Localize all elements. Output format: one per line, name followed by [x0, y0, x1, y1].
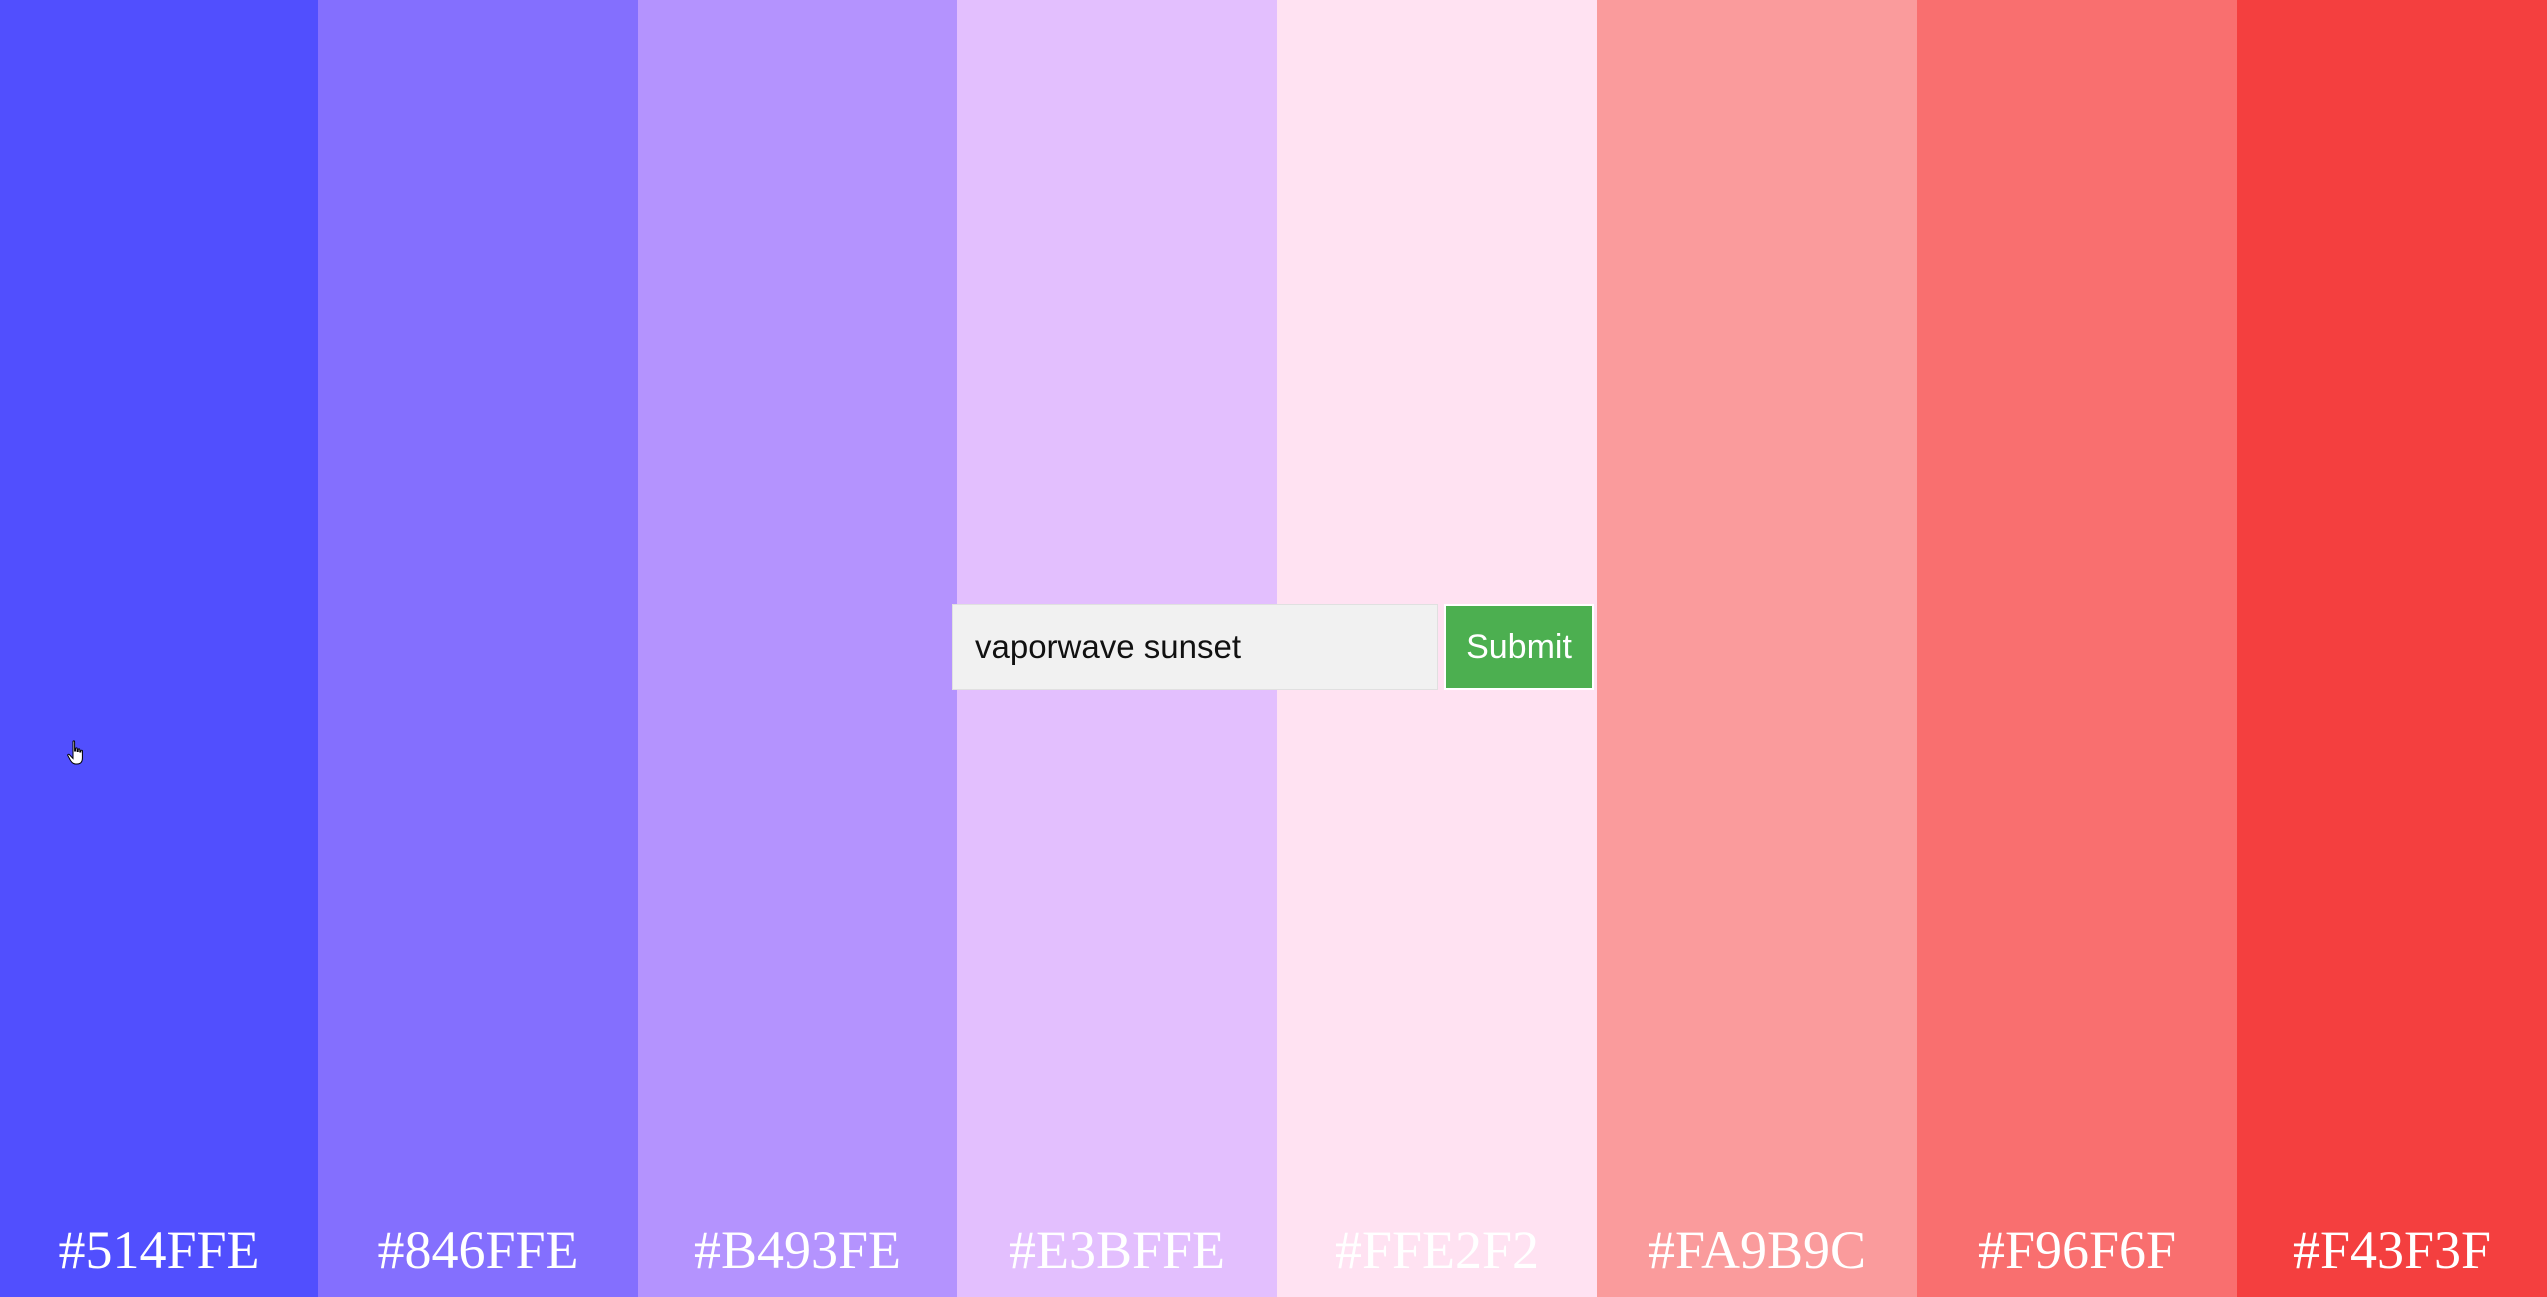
hex-label: #514FFE [58, 1220, 260, 1280]
color-swatch-8[interactable]: #F43F3F [2237, 0, 2547, 1297]
color-swatch-1[interactable]: #514FFE [0, 0, 318, 1297]
hex-label: #846FFE [377, 1220, 579, 1280]
submit-button[interactable]: Submit [1444, 604, 1594, 690]
palette-search-form: Submit [952, 603, 1594, 691]
hex-label: #B493FE [693, 1220, 902, 1280]
search-input[interactable] [952, 604, 1438, 690]
hex-label: #E3BFFE [1008, 1220, 1226, 1280]
color-swatch-2[interactable]: #846FFE [318, 0, 638, 1297]
hex-label: #F43F3F [2292, 1220, 2492, 1280]
color-swatch-6[interactable]: #FA9B9C [1597, 0, 1917, 1297]
hand-pointer-icon [67, 740, 83, 765]
hex-label: #FFE2F2 [1334, 1220, 1540, 1280]
hex-label: #FA9B9C [1647, 1220, 1867, 1280]
hex-label: #F96F6F [1977, 1220, 2177, 1280]
color-swatch-7[interactable]: #F96F6F [1917, 0, 2237, 1297]
color-swatch-3[interactable]: #B493FE [638, 0, 957, 1297]
